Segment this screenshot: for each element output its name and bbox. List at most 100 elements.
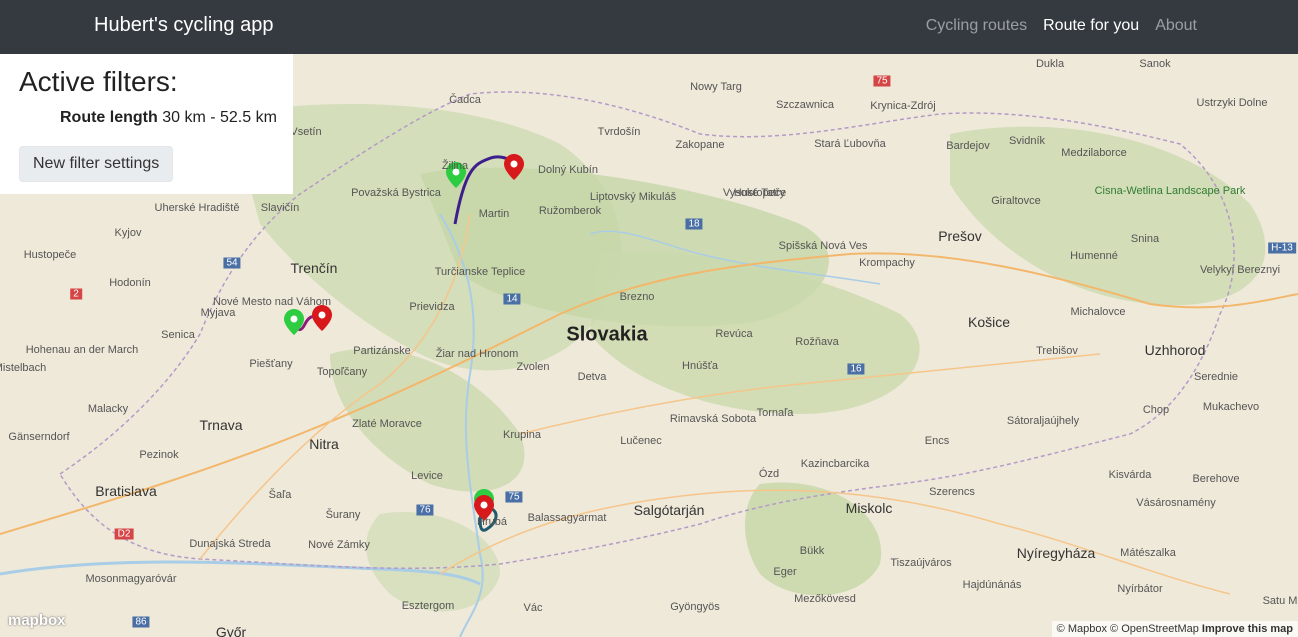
road-shield: H-13 bbox=[1268, 242, 1296, 254]
map-label: Dunajská Streda bbox=[189, 538, 271, 550]
mapbox-logo[interactable]: mapbox bbox=[8, 612, 66, 629]
end-marker-icon[interactable] bbox=[312, 305, 332, 331]
start-marker-icon[interactable] bbox=[284, 309, 304, 335]
filter-value: 30 km - 52.5 km bbox=[162, 109, 277, 126]
map-label: Tvrdošín bbox=[597, 126, 641, 138]
map-label: Mosonmagyaróvár bbox=[85, 573, 177, 585]
map-label: Topoľčany bbox=[316, 366, 368, 378]
map-label: Žiar nad Hronom bbox=[435, 348, 519, 360]
attrib-mapbox[interactable]: © Mapbox bbox=[1057, 623, 1107, 635]
map-label: Szerencs bbox=[929, 486, 975, 498]
map-label: Považská Bystrica bbox=[351, 187, 441, 199]
map-label: Medzilaborce bbox=[1061, 147, 1127, 159]
map-label: Piešťany bbox=[249, 358, 293, 370]
road-shield: 16 bbox=[847, 363, 865, 375]
map-label: Győr bbox=[215, 624, 247, 637]
map-label: Salgótarján bbox=[633, 502, 705, 518]
map-label: Tiszaújváros bbox=[890, 557, 952, 569]
map-label: Kisvárda bbox=[1108, 469, 1152, 481]
map-label: Uzhhorod bbox=[1144, 342, 1206, 358]
top-navbar: Hubert's cycling app Cycling routes Rout… bbox=[0, 0, 1298, 54]
map-label: Hnúšťa bbox=[682, 360, 718, 372]
map-label: Hajdúnánás bbox=[962, 579, 1022, 591]
map-label: Kazincbarcika bbox=[800, 458, 870, 470]
map-label: Hohenau an der March bbox=[25, 344, 139, 356]
map-label: Rimavská Sobota bbox=[669, 413, 757, 425]
map-label: Encs bbox=[924, 435, 950, 447]
end-marker-icon[interactable] bbox=[504, 154, 524, 180]
map-label: Nyírbátor bbox=[1117, 583, 1163, 595]
country-label: Slovakia bbox=[566, 323, 648, 346]
map-label: Revúca bbox=[715, 328, 753, 340]
road-shield: 54 bbox=[223, 257, 241, 269]
map-label: Hodonín bbox=[109, 277, 151, 289]
map-label: Prešov bbox=[938, 228, 982, 244]
active-filters-panel: Active filters: Route length 30 km - 52.… bbox=[0, 54, 293, 194]
map-label: Nitra bbox=[309, 436, 339, 452]
map-label: Esztergom bbox=[401, 600, 455, 612]
map-label: Snina bbox=[1130, 233, 1160, 245]
map-label: Tornaľa bbox=[756, 407, 794, 419]
nav-link-about[interactable]: About bbox=[1155, 17, 1197, 35]
road-shield: 14 bbox=[503, 293, 521, 305]
nav-link-route-for-you[interactable]: Route for you bbox=[1043, 17, 1139, 35]
map-label: Detva bbox=[577, 371, 607, 383]
map-label: Mukachevo bbox=[1202, 401, 1260, 413]
map-label: Košice bbox=[967, 314, 1011, 330]
map-attribution: © Mapbox © OpenStreetMap Improve this ma… bbox=[1051, 621, 1298, 637]
attrib-osm[interactable]: © OpenStreetMap bbox=[1110, 623, 1199, 635]
map-label: Michalovce bbox=[1070, 306, 1126, 318]
map-label: Vysoké Tatry bbox=[722, 187, 786, 199]
map-label: Zlaté Moravce bbox=[352, 418, 422, 430]
map-label: Eger bbox=[773, 566, 797, 578]
map-label: Malacky bbox=[87, 403, 129, 415]
map-label: Brezno bbox=[619, 291, 655, 303]
map-label: Levice bbox=[411, 470, 443, 482]
map-label: Nové Zámky bbox=[308, 539, 370, 551]
map-label: Mátészalka bbox=[1120, 547, 1176, 559]
map-label: Trebišov bbox=[1036, 345, 1078, 357]
map-label: Balassagyarmat bbox=[527, 512, 607, 524]
filter-route-length: Route length 30 km - 52.5 km bbox=[60, 109, 277, 127]
map-label: Bardejov bbox=[946, 140, 990, 152]
attrib-improve[interactable]: Improve this map bbox=[1202, 623, 1293, 635]
map-label: Svidník bbox=[1008, 135, 1046, 147]
map-label: Krupina bbox=[503, 429, 541, 441]
map-label: Zakopane bbox=[675, 139, 725, 151]
map-label: Humenné bbox=[1070, 250, 1118, 262]
map-label: Nowy Targ bbox=[690, 81, 742, 93]
filters-title: Active filters: bbox=[19, 66, 178, 97]
new-filter-settings-button[interactable]: New filter settings bbox=[19, 146, 174, 182]
map-label: Pezinok bbox=[139, 449, 179, 461]
nav-links: Cycling routes Route for you About bbox=[926, 17, 1197, 35]
road-shield: D2 bbox=[114, 528, 134, 540]
road-shield: 2 bbox=[70, 288, 82, 300]
map-label: Krynica-Zdrój bbox=[870, 100, 936, 112]
map-label: Spišská Nová Ves bbox=[778, 240, 868, 252]
map-label: Šaľa bbox=[268, 489, 292, 501]
map-label: Berehove bbox=[1192, 473, 1240, 485]
map-label: Šurany bbox=[325, 509, 361, 521]
map-label: Vsetín bbox=[290, 126, 322, 138]
map-label: Turčianske Teplice bbox=[434, 266, 526, 278]
map-label: Liptovský Mikuláš bbox=[589, 191, 677, 203]
map-label: Ózd bbox=[758, 468, 780, 480]
map-label: Gänserndorf bbox=[8, 431, 70, 443]
map-label: Ružomberok bbox=[538, 205, 602, 217]
map-label: Krompachy bbox=[859, 257, 915, 269]
map-label: Giraltovce bbox=[991, 195, 1041, 207]
map-label: Miskolc bbox=[845, 500, 893, 516]
map-label: Prievidza bbox=[409, 301, 455, 313]
map-label: Slavičín bbox=[260, 202, 300, 214]
map-label: Kyjov bbox=[114, 227, 142, 239]
road-shield: 75 bbox=[505, 491, 523, 503]
map-label: Stará Ľubovňa bbox=[814, 138, 886, 150]
nav-link-cycling-routes[interactable]: Cycling routes bbox=[926, 17, 1027, 35]
map-label: Zvolen bbox=[516, 361, 550, 373]
map-label: Bratislava bbox=[95, 483, 157, 499]
app-brand[interactable]: Hubert's cycling app bbox=[94, 14, 273, 37]
map-label: Cisna-Wetlina Landscape Park bbox=[1094, 185, 1246, 197]
map-label: Sátoraljaújhely bbox=[1006, 415, 1080, 427]
map-label: Mistelbach bbox=[0, 362, 47, 374]
map-label: Rožňava bbox=[795, 336, 839, 348]
